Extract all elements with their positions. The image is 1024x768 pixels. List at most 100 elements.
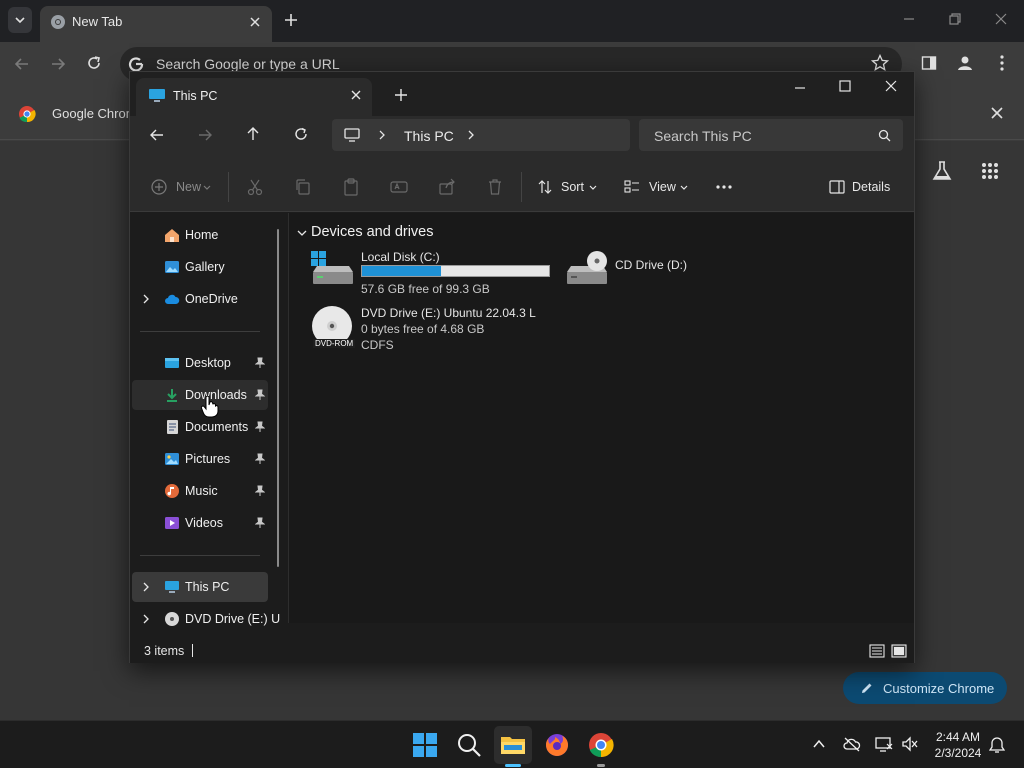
chevron-right-icon[interactable] [142, 614, 150, 624]
sidebar-item-gallery[interactable]: Gallery [132, 252, 268, 282]
sidebar-item-label: Pictures [185, 452, 231, 466]
view-button[interactable]: View [649, 180, 676, 194]
sidebar-item-desktop[interactable]: Desktop [132, 348, 268, 378]
minimize-icon[interactable] [902, 12, 916, 26]
this-pc-icon [165, 581, 179, 593]
pin-icon[interactable] [255, 485, 265, 497]
side-panel-icon[interactable] [921, 55, 937, 71]
pictures-icon [165, 453, 179, 465]
file-explorer-icon[interactable] [499, 731, 527, 759]
chevron-down-icon[interactable] [297, 229, 307, 237]
large-icons-view-icon[interactable] [891, 644, 907, 658]
volume-muted-icon[interactable] [901, 736, 919, 752]
profile-icon[interactable] [956, 54, 974, 72]
forward-icon[interactable] [50, 56, 66, 72]
maximize-icon[interactable] [838, 79, 852, 93]
chevron-down-icon [589, 185, 597, 190]
drive-item-c[interactable]: Local Disk (C:) 57.6 GB free of 99.3 GB [311, 250, 556, 296]
drive-item-d[interactable]: CD Drive (D:) [565, 250, 715, 290]
pin-icon[interactable] [255, 517, 265, 529]
back-icon[interactable] [14, 56, 30, 72]
close-window-icon[interactable] [884, 79, 898, 93]
labs-flask-icon[interactable] [931, 160, 953, 182]
drive-usage-fill [362, 266, 441, 276]
breadcrumb[interactable]: This PC [404, 128, 454, 144]
hand-cursor-icon [201, 396, 219, 418]
sidebar-item-dvd-drive[interactable]: DVD Drive (E:) U [132, 604, 280, 634]
notification-bell-icon[interactable] [989, 736, 1005, 754]
minimize-icon[interactable] [793, 81, 807, 95]
close-window-icon[interactable] [994, 12, 1008, 26]
pin-icon[interactable] [255, 453, 265, 465]
search-icon[interactable] [455, 731, 483, 759]
firefox-icon[interactable] [543, 731, 571, 759]
apps-grid-icon[interactable] [981, 162, 999, 180]
new-button[interactable]: New [176, 180, 201, 194]
sidebar-item-pictures[interactable]: Pictures [132, 444, 268, 474]
sort-button[interactable]: Sort [561, 180, 584, 194]
bookmark-star-icon[interactable] [871, 54, 889, 72]
sidebar-scrollbar[interactable] [277, 229, 279, 567]
sidebar-item-label: This PC [185, 580, 230, 594]
pencil-icon [862, 683, 872, 693]
chevron-right-icon[interactable] [142, 294, 150, 304]
sidebar-item-home[interactable]: Home [132, 220, 268, 250]
up-icon[interactable] [246, 127, 260, 141]
close-icon[interactable] [350, 89, 362, 101]
delete-icon[interactable] [486, 178, 504, 196]
pin-icon[interactable] [255, 389, 265, 401]
running-indicator [597, 764, 605, 767]
download-icon [167, 389, 177, 402]
new-tab-icon[interactable] [394, 88, 408, 102]
share-icon[interactable] [438, 178, 456, 196]
copy-icon[interactable] [294, 178, 312, 196]
new-tab-icon[interactable] [283, 12, 299, 28]
sidebar-item-onedrive[interactable]: OneDrive [132, 284, 268, 314]
this-pc-icon [149, 89, 165, 102]
sidebar-item-this-pc[interactable]: This PC [132, 572, 268, 602]
back-icon[interactable] [150, 128, 164, 142]
paste-icon[interactable] [342, 178, 360, 196]
search-placeholder: Search This PC [654, 128, 752, 144]
explorer-tab-this-pc[interactable]: This PC [136, 78, 372, 116]
chevron-up-icon[interactable] [813, 739, 825, 749]
chevron-down-icon [680, 185, 688, 190]
refresh-icon[interactable] [294, 127, 308, 141]
restore-icon[interactable] [948, 12, 962, 26]
address-bar[interactable]: This PC [332, 119, 630, 151]
details-view-icon[interactable] [869, 644, 885, 658]
sidebar-item-documents[interactable]: Documents [132, 412, 268, 442]
search-input[interactable]: Search This PC [639, 119, 903, 151]
sidebar-item-music[interactable]: Music [132, 476, 268, 506]
group-header[interactable]: Devices and drives [311, 224, 434, 240]
windows-start-icon[interactable] [411, 731, 439, 759]
menu-kebab-icon[interactable] [995, 54, 1009, 72]
tab-search-button[interactable] [8, 7, 32, 33]
rename-icon[interactable] [390, 178, 408, 196]
chrome-logo-icon [19, 106, 36, 123]
chevron-down-icon [15, 17, 25, 24]
onedrive-offline-icon[interactable] [843, 736, 861, 752]
pin-icon[interactable] [255, 357, 265, 369]
drive-item-e[interactable]: DVD-ROM DVD Drive (E:) Ubuntu 22.04.3 L … [311, 306, 571, 356]
reload-icon[interactable] [86, 55, 102, 71]
sidebar-item-label: Documents [185, 420, 249, 434]
network-icon[interactable] [875, 736, 893, 752]
chevron-right-icon[interactable] [467, 130, 475, 140]
cut-icon[interactable] [246, 178, 264, 196]
more-options-icon[interactable] [715, 184, 733, 190]
chevron-right-icon[interactable] [142, 582, 150, 592]
chrome-icon[interactable] [587, 731, 615, 759]
chrome-tab-newtab[interactable]: New Tab [40, 6, 272, 42]
close-icon[interactable] [990, 106, 1004, 120]
details-button[interactable]: Details [852, 180, 890, 194]
close-icon[interactable] [248, 15, 262, 29]
forward-icon[interactable] [198, 128, 212, 142]
sidebar-divider [140, 555, 260, 556]
pin-icon[interactable] [255, 421, 265, 433]
sidebar-item-downloads[interactable]: Downloads [132, 380, 268, 410]
sidebar-item-videos[interactable]: Videos [132, 508, 268, 538]
system-clock[interactable]: 2:44 AM 2/3/2024 [930, 729, 986, 761]
customize-chrome-button[interactable]: Customize Chrome [843, 672, 1007, 704]
chevron-down-icon [203, 185, 211, 190]
